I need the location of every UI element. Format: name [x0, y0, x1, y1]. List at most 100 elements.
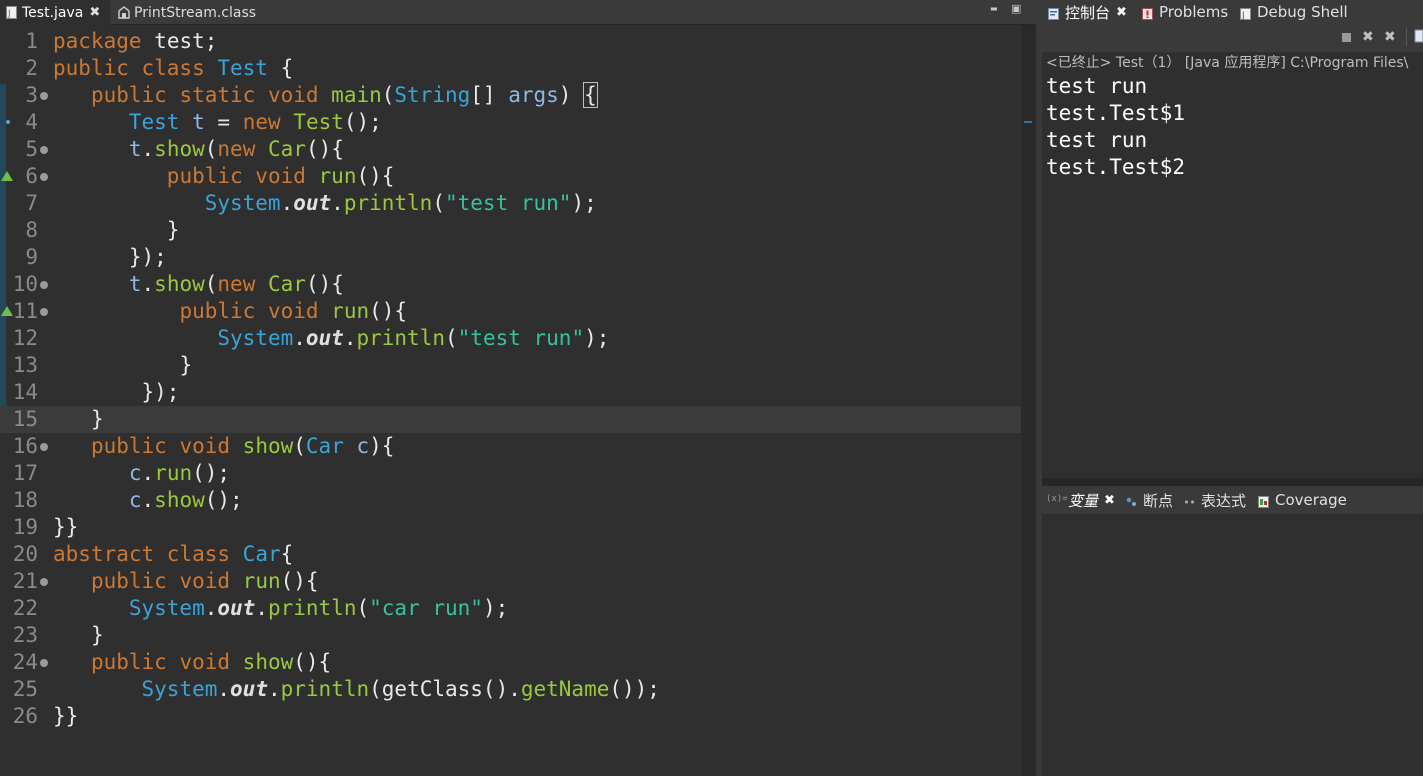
close-icon[interactable]: ✖	[1116, 5, 1127, 20]
tab-problems[interactable]: Problems	[1142, 0, 1228, 24]
code-text: package test;	[53, 29, 218, 53]
fold-toggle-icon[interactable]	[40, 443, 48, 451]
code-line[interactable]: 21 public void run(){	[0, 568, 1021, 595]
code-line[interactable]: 6 public void run(){	[0, 163, 1021, 190]
fold-toggle-icon[interactable]	[40, 146, 48, 154]
remove-launch-icon[interactable]: ✖	[1362, 29, 1374, 45]
line-number: 19	[12, 515, 38, 539]
line-number: 24	[12, 650, 38, 674]
code-text: public void show(){	[90, 650, 332, 674]
override-marker-icon[interactable]	[1, 171, 13, 181]
code-text: }}	[53, 515, 79, 539]
line-number: 18	[12, 488, 38, 512]
fold-toggle-icon[interactable]	[40, 92, 48, 100]
expressions-icon	[1184, 494, 1195, 506]
fold-toggle-icon[interactable]	[40, 281, 48, 289]
console-menu-icon[interactable]	[1414, 29, 1423, 47]
code-text: Test t = new Test();	[128, 110, 382, 134]
code-text: }	[179, 353, 193, 377]
code-line[interactable]: 22 System.out.println("car run");	[0, 595, 1021, 622]
console-output[interactable]: test run test.Test$1 test run test.Test$2	[1046, 73, 1185, 181]
code-line[interactable]: 11 public void run(){	[0, 298, 1021, 325]
tab-label: Problems	[1159, 3, 1229, 21]
code-line[interactable]: 5 t.show(new Car(){	[0, 136, 1021, 163]
class-file-icon	[118, 6, 130, 19]
tab-variables[interactable]: (x)= 变量 ✖	[1046, 486, 1115, 514]
code-line[interactable]: 12 System.out.println("test run");	[0, 325, 1021, 352]
code-line[interactable]: 8 }	[0, 217, 1021, 244]
tab-breakpoints[interactable]: 断点	[1126, 486, 1173, 514]
console-toolbar: ✖ ✖	[1042, 24, 1423, 52]
tab-label: 断点	[1143, 491, 1174, 510]
code-line[interactable]: 23 }	[0, 622, 1021, 649]
override-marker-icon[interactable]	[1, 306, 13, 316]
code-text: System.out.println("test run");	[217, 326, 610, 350]
java-file-icon: J	[6, 6, 17, 19]
code-line[interactable]: 26}}	[0, 703, 1021, 730]
line-number: 2	[25, 56, 38, 80]
occurrence-marker[interactable]	[1024, 121, 1032, 123]
code-line[interactable]: 24 public void show(){	[0, 649, 1021, 676]
code-line[interactable]: 17 c.run();	[0, 460, 1021, 487]
code-text: abstract class Car{	[53, 542, 294, 566]
close-icon[interactable]: ✖	[1104, 493, 1115, 508]
panel-splitter[interactable]	[1042, 478, 1423, 486]
variables-icon: (x)=	[1046, 494, 1068, 504]
maximize-icon[interactable]: ▣	[1011, 2, 1021, 15]
console-status: <已终止> Test（1） [Java 应用程序] C:\Program Fil…	[1046, 55, 1409, 71]
code-line[interactable]: 10 t.show(new Car(){	[0, 271, 1021, 298]
fold-toggle-icon[interactable]	[40, 308, 48, 316]
line-number: 14	[12, 380, 38, 404]
debug-shell-icon: J	[1240, 6, 1251, 21]
line-number: 17	[12, 461, 38, 485]
code-line[interactable]: 9 });	[0, 244, 1021, 271]
fold-toggle-icon[interactable]	[40, 173, 48, 181]
line-number: 10	[12, 272, 38, 296]
line-number: 7	[25, 191, 38, 215]
editor-tab-bar: J Test.java ✖ PrintStream.class ▬ ▣	[0, 0, 1036, 25]
problems-icon	[1142, 6, 1153, 20]
code-line[interactable]: 16 public void show(Car c){	[0, 433, 1021, 460]
code-editor[interactable]: J Test.java ✖ PrintStream.class ▬ ▣ 1 pac…	[0, 0, 1036, 776]
console-output-line: test run	[1046, 128, 1148, 152]
code-line[interactable]: 25 System.out.println(getClass().getName…	[0, 676, 1021, 703]
vertical-scrollbar[interactable]	[1021, 25, 1036, 776]
code-text: System.out.println("test run");	[204, 191, 597, 215]
minimize-icon[interactable]: ▬	[990, 4, 998, 13]
tab-printstream-class[interactable]: PrintStream.class	[112, 0, 272, 25]
console-output-line: test.Test$1	[1046, 101, 1186, 125]
code-line[interactable]: 7 System.out.println("test run");	[0, 190, 1021, 217]
tab-expressions[interactable]: 表达式	[1184, 486, 1246, 514]
code-line[interactable]: 13 }	[0, 352, 1021, 379]
code-text: public void show(Car c){	[90, 434, 395, 458]
fold-toggle-icon[interactable]	[40, 578, 48, 586]
svg-text:J: J	[7, 9, 11, 19]
code-line[interactable]: 14 });	[0, 379, 1021, 406]
code-line[interactable]: 4 Test t = new Test();	[0, 109, 1021, 136]
line-number: 20	[12, 542, 38, 566]
coverage-icon	[1258, 494, 1269, 508]
line-number: 15	[12, 407, 38, 431]
tab-label: 表达式	[1201, 491, 1247, 510]
terminate-icon[interactable]	[1341, 31, 1352, 47]
line-number: 22	[12, 596, 38, 620]
code-text: public void run(){	[166, 164, 395, 188]
code-line[interactable]: 3 public static void main(String[] args)…	[0, 82, 1021, 109]
code-text: t.show(new Car(){	[128, 137, 344, 161]
tab-test-java[interactable]: J Test.java ✖	[0, 0, 110, 25]
code-line[interactable]: 19}}	[0, 514, 1021, 541]
close-icon[interactable]: ✖	[89, 5, 100, 20]
tab-debug-shell[interactable]: J Debug Shell	[1240, 0, 1348, 24]
code-line[interactable]: 1 package test;	[0, 28, 1021, 55]
line-number: 21	[12, 569, 38, 593]
code-line[interactable]: 2 public class Test {	[0, 55, 1021, 82]
tab-console[interactable]: 控制台 ✖	[1048, 0, 1127, 24]
code-line[interactable]: 20 abstract class Car{	[0, 541, 1021, 568]
tab-coverage[interactable]: Coverage	[1258, 486, 1347, 514]
code-area[interactable]: 1 package test; 2 public class Test {3 publ…	[0, 28, 1021, 730]
code-line[interactable]: 18 c.show();	[0, 487, 1021, 514]
code-line[interactable]: 15 }	[0, 406, 1021, 433]
fold-toggle-icon[interactable]	[40, 659, 48, 667]
code-text: System.out.println("car run");	[128, 596, 509, 620]
remove-all-terminated-icon[interactable]: ✖	[1384, 29, 1396, 45]
